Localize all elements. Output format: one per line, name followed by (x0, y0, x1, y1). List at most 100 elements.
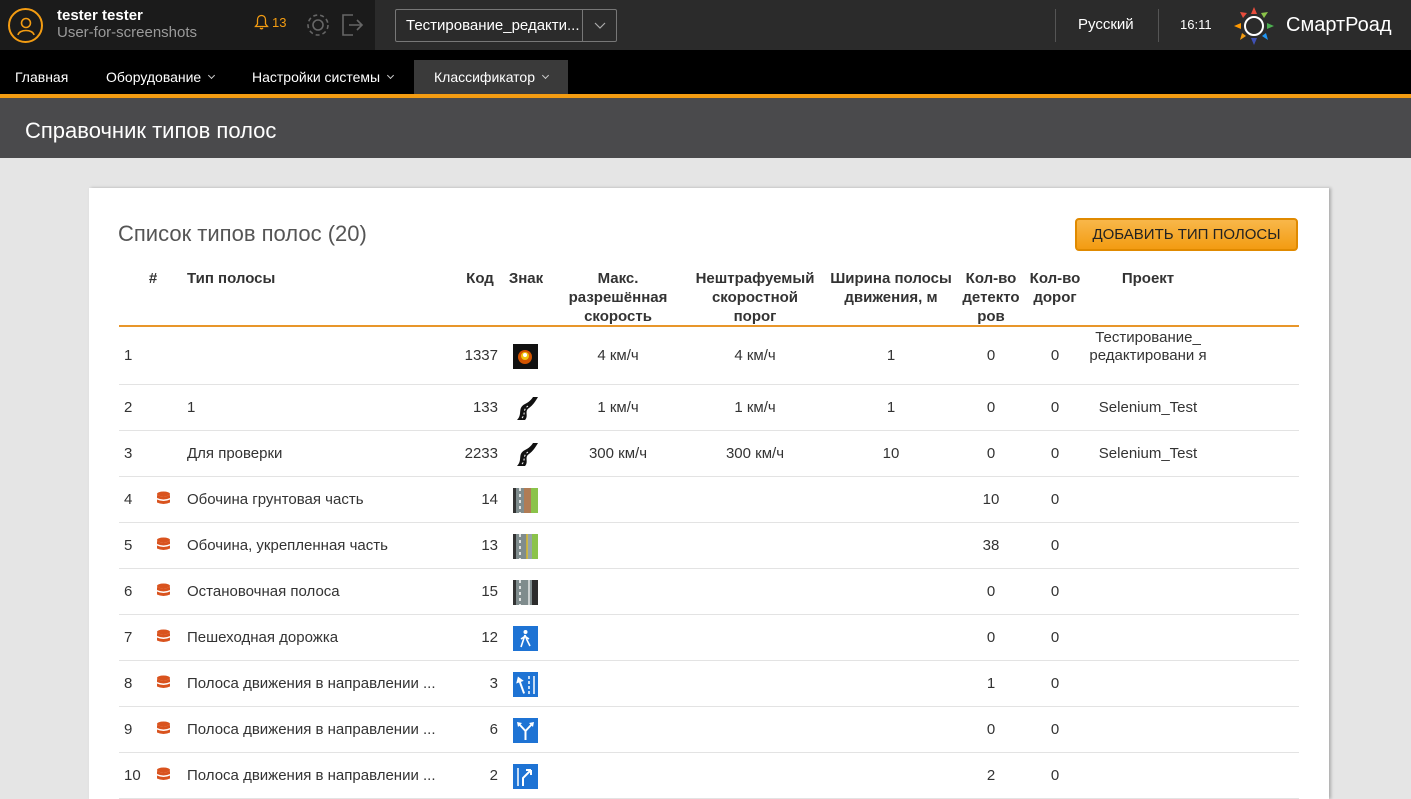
column-header-detectors[interactable]: Кол-во детекто ров (958, 269, 1024, 326)
lane-code: 133 (472, 399, 498, 416)
row-number: 7 (124, 629, 133, 646)
lane-type-name: Обочина грунтовая часть (187, 491, 364, 508)
database-icon (156, 583, 171, 604)
nav-item-equipment[interactable]: Оборудование (106, 60, 216, 94)
roads-count: 0 (1050, 583, 1060, 600)
gear-icon[interactable] (305, 12, 331, 43)
project-name: Selenium_Test (1098, 445, 1198, 462)
lane-type-name: Полоса движения в направлении ... (187, 721, 436, 738)
database-icon (156, 675, 171, 696)
roads-count: 0 (1050, 721, 1060, 738)
user-login: User-for-screenshots (57, 24, 198, 41)
max-speed: 4 км/ч (597, 347, 639, 364)
user-avatar-icon[interactable] (8, 8, 43, 43)
detectors-count: 1 (986, 675, 996, 692)
notifications-button[interactable]: 13 (254, 14, 286, 30)
lane-type-name: Обочина, укрепленная часть (187, 537, 388, 554)
row-number: 6 (124, 583, 133, 600)
detectors-count: 2 (986, 767, 996, 784)
logout-icon[interactable] (339, 12, 365, 43)
bell-icon (254, 14, 269, 30)
lane-code: 15 (481, 583, 498, 600)
column-header-max-speed[interactable]: Макс. разрешённая скорость (563, 269, 673, 326)
chevron-down-icon (541, 71, 550, 80)
top-bar: tester tester User-for-screenshots 13 Те… (0, 0, 1411, 50)
add-lane-type-button[interactable]: ДОБАВИТЬ ТИП ПОЛОСЫ (1075, 218, 1298, 251)
roads-count: 0 (1050, 767, 1060, 784)
smartroad-logo-icon (1234, 7, 1274, 45)
roads-count: 0 (1050, 491, 1060, 508)
row-number: 4 (124, 491, 133, 508)
list-title: Список типов полос (20) (118, 221, 367, 246)
lane-code: 13 (481, 537, 498, 554)
nav-item-label: Главная (15, 69, 69, 85)
fine-threshold: 1 км/ч (734, 399, 776, 416)
column-header-code[interactable]: Код (460, 269, 500, 288)
database-icon (156, 721, 171, 742)
chevron-down-icon (387, 71, 395, 80)
project-name: Тестирование_ редактировани я (1089, 329, 1207, 364)
nav-item-label: Классификатор (434, 69, 536, 85)
roads-count: 0 (1050, 675, 1060, 692)
lane-type-name: Остановочная полоса (187, 583, 340, 600)
page-title: Справочник типов полос (25, 118, 277, 143)
lane-sign-icon (513, 488, 538, 513)
column-header-fine-threshold[interactable]: Нештрафуемый скоростной порог (690, 269, 820, 326)
fine-threshold: 300 км/ч (725, 445, 785, 462)
clock: 16:11 (1180, 17, 1212, 32)
lane-sign-icon (513, 764, 538, 789)
max-speed: 300 км/ч (588, 445, 648, 462)
nav-item-system-settings[interactable]: Настройки системы (252, 60, 395, 94)
lane-code: 6 (489, 721, 498, 738)
lane-type-name: Для проверки (187, 445, 283, 462)
column-header-project[interactable]: Проект (1098, 269, 1198, 288)
roads-count: 0 (1050, 629, 1060, 646)
lane-code: 2 (489, 767, 498, 784)
lane-code: 12 (481, 629, 498, 646)
row-number: 10 (124, 767, 141, 784)
chevron-down-icon (582, 10, 616, 41)
lane-type-name: 1 (187, 399, 196, 416)
database-icon (156, 767, 171, 788)
row-number: 2 (124, 399, 133, 416)
project-name: Selenium_Test (1098, 399, 1198, 416)
user-block: tester tester User-for-screenshots 13 (0, 0, 375, 50)
lane-sign-icon (513, 718, 538, 743)
lane-type-name: Полоса движения в направлении ... (187, 767, 436, 784)
brand-name: СмартРоад (1286, 13, 1392, 36)
column-header-num[interactable]: # (143, 269, 163, 288)
lane-code: 1337 (464, 347, 498, 364)
lane-code: 3 (489, 675, 498, 692)
max-speed: 1 км/ч (597, 399, 639, 416)
roads-count: 0 (1050, 445, 1060, 462)
roads-count: 0 (1050, 347, 1060, 364)
divider (1055, 9, 1056, 42)
lane-code: 2233 (464, 445, 498, 462)
lane-code: 14 (481, 491, 498, 508)
lane-sign-icon (513, 442, 538, 467)
nav-item-home[interactable]: Главная (15, 60, 68, 94)
language-switcher[interactable]: Русский (1078, 16, 1134, 33)
row-number: 8 (124, 675, 133, 692)
column-header-width[interactable]: Ширина полосы движения, м (827, 269, 955, 307)
lane-sign-icon (513, 580, 538, 605)
database-icon (156, 537, 171, 558)
nav-item-classifier[interactable]: Классификатор (414, 60, 568, 94)
nav-item-label: Настройки системы (252, 69, 381, 85)
column-header-sign: Знак (508, 270, 544, 287)
row-number: 3 (124, 445, 133, 462)
lane-width: 1 (886, 347, 896, 364)
row-number: 1 (124, 347, 133, 364)
lane-type-name: Полоса движения в направлении ... (187, 675, 436, 692)
column-header-type[interactable]: Тип полосы (187, 269, 275, 288)
detectors-count: 10 (982, 491, 1000, 508)
lane-sign-icon (513, 344, 538, 369)
detectors-count: 0 (986, 583, 996, 600)
column-header-roads[interactable]: Кол-во дорог (1026, 269, 1084, 307)
divider (1158, 9, 1159, 42)
project-select[interactable]: Тестирование_редакти... (395, 9, 617, 42)
fine-threshold: 4 км/ч (734, 347, 776, 364)
lane-sign-icon (513, 396, 538, 421)
database-icon (156, 491, 171, 512)
chevron-down-icon (208, 71, 216, 80)
